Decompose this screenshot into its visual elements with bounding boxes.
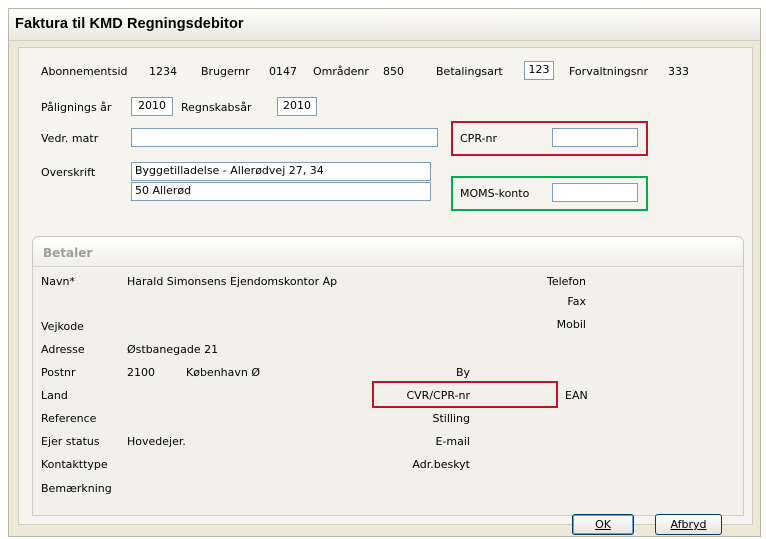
postnr-city: København Ø — [186, 366, 261, 379]
betaler-title: Betaler — [43, 246, 93, 260]
fax-label: Fax — [567, 295, 586, 308]
forvaltningsnr-value: 333 — [668, 65, 689, 78]
title-bar: Faktura til KMD Regningsdebitor — [9, 9, 760, 41]
land-label: Land — [41, 389, 68, 402]
brugernr-label: Brugernr — [201, 65, 250, 78]
stilling-label: Stilling — [432, 412, 470, 425]
ok-button[interactable]: OK — [572, 514, 634, 535]
invoice-dialog: Faktura til KMD Regningsdebitor Abonneme… — [8, 8, 761, 537]
navn-value: Harald Simonsens Ejendomskontor Ap — [127, 275, 338, 288]
reference-label: Reference — [41, 412, 97, 425]
bemaerkning-label: Bemærkning — [41, 482, 112, 495]
email-label: E-mail — [435, 435, 471, 448]
postnr-value: 2100 — [127, 366, 155, 379]
adresse-value: Østbanegade 21 — [127, 343, 219, 356]
kontakttype-label: Kontakttype — [41, 458, 108, 471]
moms-label: MOMS-konto — [460, 187, 530, 200]
vedr-matr-field[interactable] — [131, 128, 438, 147]
adresse-label: Adresse — [41, 343, 85, 356]
overskrift-label: Overskrift — [41, 166, 96, 179]
ejer-status-label: Ejer status — [41, 435, 100, 448]
moms-field[interactable] — [552, 183, 638, 202]
abonnementsid-label: Abonnementsid — [41, 65, 128, 78]
betalingsart-field[interactable]: 123 — [524, 61, 554, 80]
navn-label: Navn* — [41, 275, 75, 288]
brugernr-value: 0147 — [269, 65, 297, 78]
omraadenr-label: Områdenr — [313, 65, 369, 78]
betalingsart-label: Betalingsart — [436, 65, 503, 78]
cvr-label: CVR/CPR-nr — [406, 389, 470, 402]
abonnementsid-value: 1234 — [149, 65, 177, 78]
postnr-label: Postnr — [41, 366, 76, 379]
mobil-label: Mobil — [556, 318, 586, 331]
overskrift-line1-field[interactable]: Byggetilladelse - Allerødvej 27, 34 — [131, 162, 431, 181]
regnskabsaar-field[interactable]: 2010 — [277, 97, 317, 116]
cpr-label: CPR-nr — [460, 132, 497, 145]
by-label: By — [455, 366, 470, 379]
forvaltningsnr-label: Forvaltningsnr — [569, 65, 649, 78]
telefon-label: Telefon — [546, 275, 586, 288]
regnskabsaar-label: Regnskabsår — [181, 101, 252, 114]
ejer-status-value: Hovedejer. — [127, 435, 186, 448]
afbryd-button-label: Afbryd — [670, 518, 707, 531]
paaligningsaar-label: Pålignings år — [41, 101, 112, 114]
window-title: Faktura til KMD Regningsdebitor — [15, 16, 244, 32]
overskrift-line2-field[interactable]: 50 Allerød — [131, 182, 431, 201]
vedr-matr-label: Vedr. matr — [41, 132, 99, 145]
ean-label: EAN — [565, 389, 588, 402]
omraadenr-value: 850 — [383, 65, 404, 78]
betaler-group-header: Betaler — [32, 236, 744, 266]
cpr-field[interactable] — [552, 128, 638, 147]
ok-button-label: OK — [595, 518, 611, 531]
afbryd-button[interactable]: Afbryd — [655, 514, 722, 535]
adr-beskyt-label: Adr.beskyt — [412, 458, 470, 471]
vejkode-label: Vejkode — [41, 320, 84, 333]
paaligningsaar-field[interactable]: 2010 — [131, 97, 173, 116]
